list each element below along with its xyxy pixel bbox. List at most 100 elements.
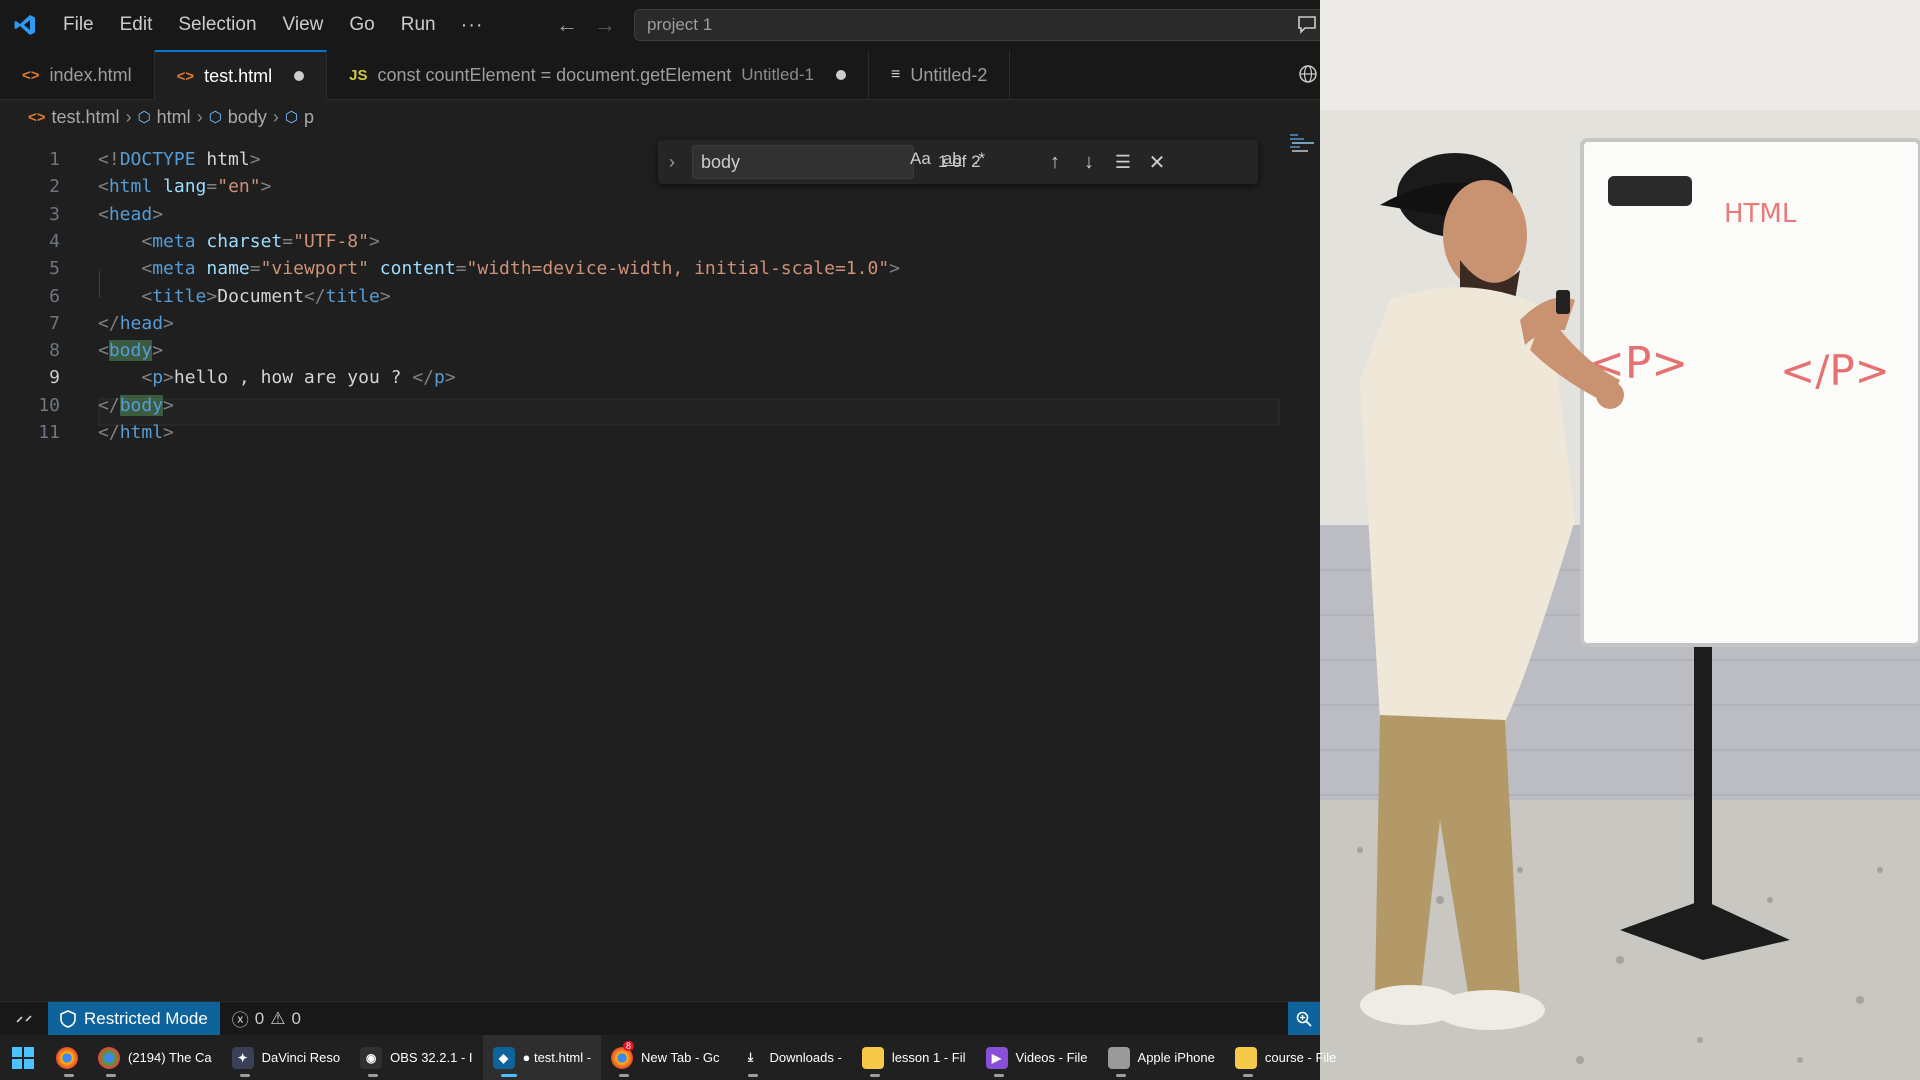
code-line[interactable]: 5 <meta name="viewport" content="width=d… — [0, 255, 1280, 282]
code-line[interactable]: 6 <title>Document</title> — [0, 283, 1280, 310]
menu-selection[interactable]: Selection — [165, 0, 269, 50]
match-case-toggle[interactable]: Aa — [910, 149, 931, 169]
folder-icon — [861, 1046, 884, 1069]
breadcrumb-p[interactable]: p — [304, 107, 314, 128]
code-line[interactable]: 9 <p>hello , how are you ? </p> — [0, 364, 1280, 391]
restricted-mode-button[interactable]: Restricted Mode — [48, 1001, 220, 1036]
unsaved-dot-icon[interactable] — [294, 71, 305, 81]
forward-arrow-icon[interactable]: → — [594, 12, 616, 38]
code-line[interactable]: 7 </head> — [0, 310, 1280, 337]
running-indicator — [869, 1074, 880, 1077]
chrome-icon — [56, 1046, 78, 1069]
tab-untitled-1[interactable]: JS const countElement = document.getElem… — [327, 50, 869, 100]
taskbar-item-label: Apple iPhone — [1137, 1050, 1215, 1065]
minimap[interactable] — [1288, 132, 1318, 156]
taskbar-item[interactable]: 8 New Tab - Gc — [601, 1035, 730, 1080]
symbol-element-icon: ⬡ — [208, 109, 222, 126]
code-line[interactable]: 10 </body> — [0, 392, 1280, 419]
menu-run[interactable]: Run — [388, 0, 449, 50]
navigation-arrows: ← → — [556, 12, 616, 38]
menu-more-button[interactable]: ··· — [449, 14, 496, 37]
warning-icon: ⚠ — [270, 1008, 286, 1028]
zoom-icon[interactable] — [1288, 1002, 1320, 1036]
chevron-right-icon: › — [272, 106, 279, 127]
code-editor[interactable]: 1 <!DOCTYPE html> 2 <html lang="en"> 3 <head>… — [0, 134, 1320, 1001]
code-text: <html lang="en"> — [98, 176, 272, 198]
taskbar-item[interactable]: ◉ OBS 32.2.1 - I — [350, 1035, 482, 1080]
taskbar-item[interactable]: (2194) The Ca — [88, 1035, 222, 1080]
close-icon[interactable]: ✕ — [1140, 150, 1174, 175]
code-line[interactable]: 4 <meta charset="UTF-8"> — [0, 228, 1280, 255]
tab-index-html[interactable]: <> index.html — [0, 50, 155, 100]
chevron-right-icon: › — [196, 106, 203, 127]
error-icon: ⓧ — [231, 1011, 249, 1030]
vscode-logo-icon — [0, 0, 50, 50]
editor-tab-bar: <> index.html <> test.html JS const coun… — [0, 50, 1320, 100]
taskbar-item[interactable] — [46, 1035, 88, 1080]
taskbar-item[interactable]: course - File — [1225, 1035, 1347, 1080]
taskbar-item-label: ● test.html - — [522, 1050, 592, 1065]
globe-icon[interactable] — [1297, 63, 1319, 90]
taskbar-item[interactable]: Apple iPhone — [1098, 1035, 1225, 1080]
previous-match-arrow-icon[interactable]: ↑ — [1038, 151, 1072, 174]
menu-view[interactable]: View — [270, 0, 337, 50]
back-arrow-icon[interactable]: ← — [556, 12, 578, 38]
taskbar-item[interactable]: lesson 1 - Fil — [852, 1035, 976, 1080]
match-whole-word-toggle[interactable]: ab — [943, 149, 962, 169]
code-text: <p>hello , how are you ? </p> — [141, 367, 456, 389]
code-line[interactable]: 11 </html> — [0, 419, 1280, 446]
breadcrumb-body[interactable]: body — [228, 107, 267, 128]
html-file-icon: <> — [176, 67, 195, 85]
tab-label: test.html — [204, 65, 273, 86]
code-text: <body> — [98, 340, 164, 362]
command-center-search[interactable]: project 1 — [634, 9, 1334, 41]
running-indicator — [1242, 1074, 1253, 1077]
code-line[interactable]: 8 <body> — [0, 337, 1280, 364]
text-file-icon: ≡ — [890, 66, 901, 83]
html-file-icon: <> — [28, 108, 46, 126]
toggle-replace-chevron-icon[interactable]: › — [658, 152, 686, 173]
webcam-scene-image: HTML <P> </P> — [1320, 0, 1920, 1080]
line-number: 10 — [38, 394, 60, 416]
chat-icon[interactable] — [1296, 13, 1318, 40]
line-number: 3 — [49, 203, 60, 225]
taskbar-item[interactable]: ⤓ Downloads - — [730, 1035, 852, 1080]
download-icon: ⤓ — [747, 1050, 754, 1064]
breadcrumb-html[interactable]: html — [157, 107, 191, 128]
regex-toggle[interactable]: .* — [974, 149, 985, 169]
taskbar-item[interactable]: ▶ Videos - File — [976, 1035, 1098, 1080]
phone-icon — [1107, 1046, 1130, 1069]
notification-badge: 8 — [623, 1041, 635, 1051]
code-text: <title>Document</title> — [141, 285, 391, 307]
taskbar-item-label: lesson 1 - Fil — [891, 1050, 966, 1065]
shield-icon — [60, 1009, 76, 1028]
running-indicator — [500, 1074, 517, 1077]
line-number: 7 — [49, 312, 60, 334]
taskbar-item-label: Downloads - — [769, 1050, 842, 1065]
find-input[interactable] — [692, 145, 914, 179]
unsaved-dot-icon[interactable] — [835, 70, 846, 80]
problems-indicator[interactable]: ⓧ 0 ⚠ 0 — [232, 1006, 301, 1031]
restricted-mode-label: Restricted Mode — [84, 1008, 208, 1028]
tab-untitled-2[interactable]: ≡ Untitled-2 — [869, 50, 1011, 100]
vscode-icon: ◆ — [492, 1046, 515, 1069]
tab-test-html[interactable]: <> test.html — [154, 50, 328, 100]
menu-go[interactable]: Go — [336, 0, 387, 50]
menu-file[interactable]: File — [50, 0, 107, 50]
find-in-selection-icon[interactable]: ☰ — [1106, 152, 1140, 173]
start-button[interactable] — [0, 1035, 46, 1080]
symbol-element-icon: ⬡ — [284, 109, 298, 126]
symbol-element-icon: ⬡ — [137, 109, 151, 126]
line-number: 11 — [38, 422, 60, 443]
taskbar-item[interactable]: ◆ ● test.html - — [482, 1035, 602, 1080]
menu-edit[interactable]: Edit — [107, 0, 166, 50]
running-indicator — [64, 1074, 74, 1077]
line-number: 1 — [49, 149, 60, 170]
breadcrumb-file[interactable]: test.html — [52, 107, 120, 128]
error-count: 0 — [254, 1008, 265, 1028]
code-line[interactable]: 3 <head> — [0, 201, 1280, 228]
remote-indicator-icon[interactable] — [0, 1002, 48, 1036]
windows-taskbar: (2194) The Ca ✦ DaVinci Reso ◉ OBS 32.2.1 - … — [0, 1035, 1336, 1080]
taskbar-item[interactable]: ✦ DaVinci Reso — [222, 1035, 351, 1080]
next-match-arrow-icon[interactable]: ↓ — [1072, 151, 1106, 174]
